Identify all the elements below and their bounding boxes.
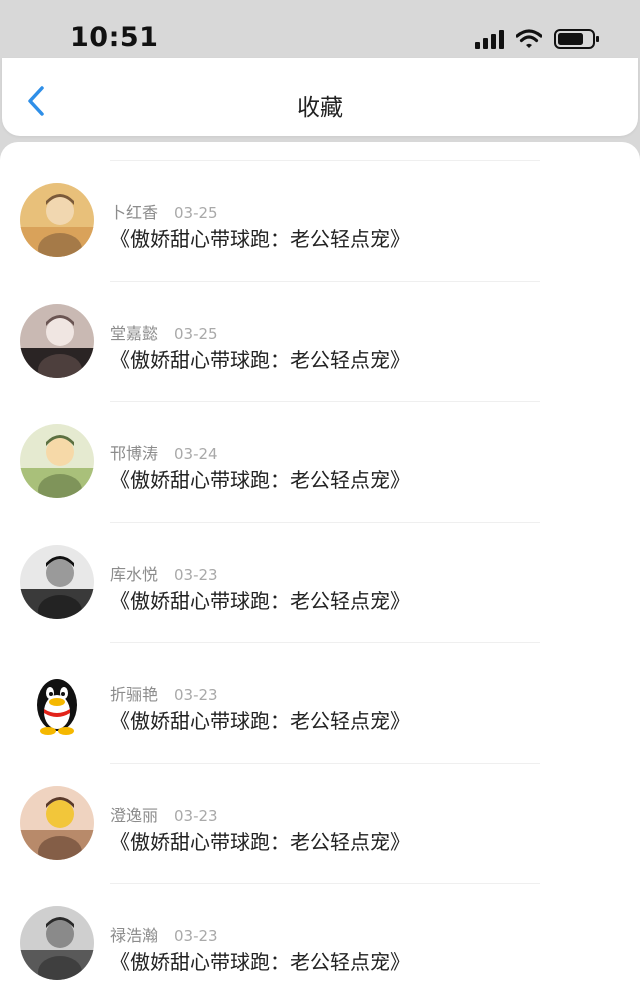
list-item[interactable]: 邗博涛 03-24 《傲娇甜心带球跑：老公轻点宠》	[20, 401, 540, 522]
status-time: 10:51	[70, 22, 159, 53]
favorites-screen: 10:51 收藏 卜红香 03-25 《傲娇甜心带球跑：老公轻点宠》 堂嘉懿 0…	[0, 0, 640, 991]
avatar[interactable]	[20, 665, 94, 739]
user-name: 禄浩瀚	[110, 926, 159, 945]
list-item[interactable]: 库水悦 03-23 《傲娇甜心带球跑：老公轻点宠》	[20, 521, 540, 643]
list-item[interactable]: 澄逸丽 03-23 《傲娇甜心带球跑：老公轻点宠》	[20, 762, 540, 884]
book-title: 《傲娇甜心带球跑：老公轻点宠》	[110, 347, 410, 372]
user-name: 折骊艳	[110, 685, 159, 704]
user-info-line: 折骊艳 03-23	[110, 681, 218, 705]
user-avatar-icon	[20, 906, 94, 980]
user-info-line: 邗博涛 03-24	[110, 440, 218, 464]
avatar[interactable]	[20, 785, 94, 860]
book-title: 《傲娇甜心带球跑：老公轻点宠》	[110, 588, 410, 613]
penguin-avatar-icon	[20, 665, 94, 739]
avatar[interactable]	[20, 424, 94, 498]
favorites-content: 卜红香 03-25 《傲娇甜心带球跑：老公轻点宠》 堂嘉懿 03-25 《傲娇甜心带球跑：…	[0, 142, 640, 991]
wifi-icon	[516, 29, 542, 49]
user-info-line: 堂嘉懿 03-25	[110, 320, 218, 344]
user-name: 堂嘉懿	[110, 323, 159, 343]
user-info-line: 澄逸丽 03-23	[110, 802, 218, 826]
list-item[interactable]: 折骊艳 03-23 《傲娇甜心带球跑：老公轻点宠》	[20, 642, 540, 763]
book-title: 《傲娇甜心带球跑：老公轻点宠》	[110, 709, 410, 733]
signal-icon	[475, 29, 504, 49]
list-item[interactable]: 卜红香 03-25 《傲娇甜心带球跑：老公轻点宠》	[20, 160, 540, 281]
user-info-line: 库水悦 03-23	[110, 561, 218, 585]
user-avatar-icon	[20, 183, 94, 257]
user-avatar-icon	[20, 303, 94, 378]
status-icons	[475, 28, 600, 50]
user-avatar-icon	[20, 785, 94, 860]
favorite-date: 03-23	[174, 686, 218, 704]
list-item[interactable]: 禄浩瀚 03-23 《傲娇甜心带球跑：老公轻点宠》	[20, 883, 540, 991]
avatar[interactable]	[20, 303, 94, 378]
user-name: 库水悦	[110, 564, 159, 584]
book-title: 《傲娇甜心带球跑：老公轻点宠》	[110, 227, 410, 251]
avatar[interactable]	[20, 544, 94, 619]
book-title: 《傲娇甜心带球跑：老公轻点宠》	[110, 829, 410, 854]
favorite-date: 03-23	[174, 927, 218, 945]
user-name: 澄逸丽	[110, 805, 159, 825]
list-item[interactable]: 堂嘉懿 03-25 《傲娇甜心带球跑：老公轻点宠》	[20, 280, 540, 402]
favorite-date: 03-25	[174, 204, 218, 222]
book-title: 《傲娇甜心带球跑：老公轻点宠》	[110, 468, 410, 492]
favorites-list: 卜红香 03-25 《傲娇甜心带球跑：老公轻点宠》 堂嘉懿 03-25 《傲娇甜心带球跑：…	[0, 160, 640, 991]
favorite-date: 03-25	[174, 324, 218, 343]
avatar[interactable]	[20, 183, 94, 257]
battery-icon	[554, 28, 600, 50]
user-avatar-icon	[20, 424, 94, 498]
user-name: 卜红香	[110, 203, 159, 222]
user-name: 邗博涛	[110, 444, 159, 463]
avatar[interactable]	[20, 906, 94, 980]
user-info-line: 禄浩瀚 03-23	[110, 922, 218, 946]
book-title: 《傲娇甜心带球跑：老公轻点宠》	[110, 950, 410, 974]
favorite-date: 03-23	[174, 806, 218, 825]
user-info-line: 卜红香 03-25	[110, 199, 218, 223]
page-title: 收藏	[297, 95, 343, 121]
status-bar: 10:51	[0, 0, 640, 58]
user-avatar-icon	[20, 544, 94, 619]
navigation-bar: 收藏	[2, 58, 638, 136]
favorite-date: 03-23	[174, 565, 218, 584]
favorite-date: 03-24	[174, 445, 218, 463]
